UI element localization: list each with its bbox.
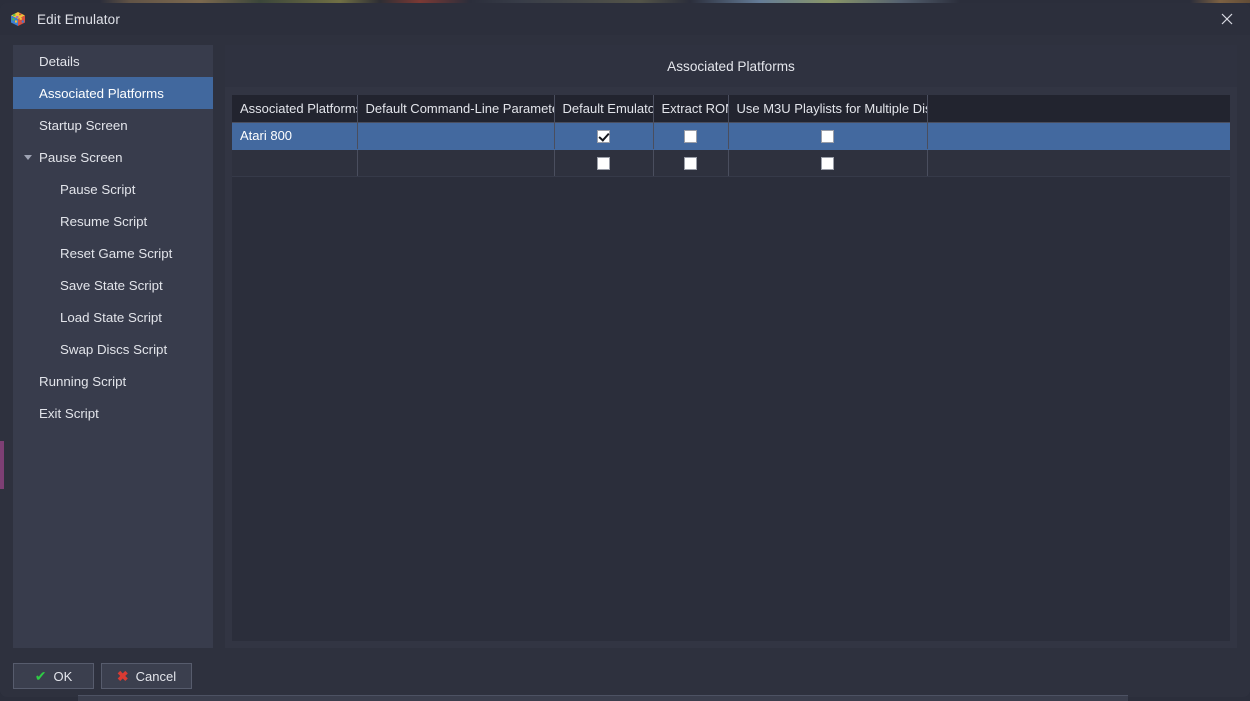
sidebar-item-label: Details (39, 53, 80, 69)
cell-filler (927, 122, 1230, 150)
chevron-down-icon[interactable] (24, 155, 32, 160)
sidebar-item-details[interactable]: Details (13, 45, 213, 77)
cell-use-m3u-playlists[interactable] (728, 122, 928, 150)
checkbox-use-m3u-playlists[interactable] (821, 130, 834, 144)
panel-header: Associated Platforms (225, 45, 1237, 87)
left-accent-strip (0, 441, 4, 489)
check-icon: ✔ (34, 668, 47, 684)
background-window-edge (78, 695, 1128, 701)
x-icon: ✖ (116, 668, 129, 684)
sidebar-navigation: Details Associated Platforms Startup Scree… (13, 45, 213, 648)
associated-platforms-table: Associated Platforms Default Command-Line… (232, 95, 1230, 177)
cell-command-line-parameters[interactable] (357, 149, 555, 177)
sidebar-item-label: Save State Script (60, 277, 163, 293)
checkbox-use-m3u-playlists[interactable] (821, 157, 834, 171)
cell-default-emulator[interactable] (554, 149, 654, 177)
checkbox-extract-roms[interactable] (684, 157, 697, 171)
sidebar-item-label: Associated Platforms (39, 85, 164, 101)
sidebar-item-label: Pause Script (60, 181, 136, 197)
column-header-extract-roms[interactable]: Extract ROMs (653, 95, 729, 123)
cancel-button[interactable]: ✖ Cancel (101, 663, 192, 689)
title-bar: Edit Emulator (0, 3, 1250, 35)
table-row[interactable] (232, 149, 1230, 177)
main-panel: Associated Platforms Associated Platform… (225, 45, 1237, 648)
checkbox-default-emulator[interactable] (597, 130, 610, 144)
sidebar-item-label: Exit Script (39, 405, 99, 421)
cell-filler (927, 149, 1230, 177)
cell-associated-platform[interactable] (232, 149, 358, 177)
edit-emulator-window: Edit Emulator Details Associated Platform… (0, 3, 1250, 697)
sidebar-item-swap-discs-script[interactable]: Swap Discs Script (13, 333, 213, 365)
footer-bar: ✔ OK ✖ Cancel (0, 654, 1250, 697)
sidebar-item-label: Running Script (39, 373, 127, 389)
column-header-default-command-line-parameters[interactable]: Default Command-Line Parameters (357, 95, 555, 123)
cell-associated-platform[interactable]: Atari 800 (232, 122, 358, 150)
close-icon[interactable] (1204, 3, 1250, 35)
sidebar-item-label: Load State Script (60, 309, 163, 325)
sidebar-item-startup-screen[interactable]: Startup Screen (13, 109, 213, 141)
sidebar-item-load-state-script[interactable]: Load State Script (13, 301, 213, 333)
window-title: Edit Emulator (37, 11, 120, 27)
cube-icon (11, 12, 25, 26)
sidebar-item-reset-game-script[interactable]: Reset Game Script (13, 237, 213, 269)
sidebar-item-pause-screen[interactable]: Pause Screen (13, 141, 213, 173)
sidebar-item-label: Resume Script (60, 213, 148, 229)
column-header-use-m3u-playlists-for-multiple-discs[interactable]: Use M3U Playlists for Multiple Discs (728, 95, 928, 123)
panel-title: Associated Platforms (667, 58, 795, 74)
cell-use-m3u-playlists[interactable] (728, 149, 928, 177)
ok-button-label: OK (53, 668, 73, 684)
cell-command-line-parameters[interactable] (357, 122, 555, 150)
cell-default-emulator[interactable] (554, 122, 654, 150)
checkbox-extract-roms[interactable] (684, 130, 697, 144)
checkbox-default-emulator[interactable] (597, 157, 610, 171)
table-header-row: Associated Platforms Default Command-Line… (232, 95, 1230, 123)
sidebar-item-resume-script[interactable]: Resume Script (13, 205, 213, 237)
sidebar-item-pause-script[interactable]: Pause Script (13, 173, 213, 205)
sidebar-item-label: Startup Screen (39, 117, 128, 133)
sidebar-item-save-state-script[interactable]: Save State Script (13, 269, 213, 301)
column-header-associated-platforms[interactable]: Associated Platforms (232, 95, 358, 123)
column-header-blank[interactable] (927, 95, 1230, 123)
cancel-button-label: Cancel (135, 668, 177, 684)
sidebar-item-label: Pause Screen (39, 149, 123, 165)
cell-extract-roms[interactable] (653, 149, 729, 177)
column-header-default-emulator[interactable]: Default Emulator (554, 95, 654, 123)
panel-body: Associated Platforms Default Command-Line… (232, 95, 1230, 641)
sidebar-item-running-script[interactable]: Running Script (13, 365, 213, 397)
sidebar-item-associated-platforms[interactable]: Associated Platforms (13, 77, 213, 109)
table-row[interactable]: Atari 800 (232, 122, 1230, 150)
cell-extract-roms[interactable] (653, 122, 729, 150)
sidebar-item-label: Swap Discs Script (60, 341, 168, 357)
sidebar-item-label: Reset Game Script (60, 245, 173, 261)
sidebar-item-exit-script[interactable]: Exit Script (13, 397, 213, 429)
ok-button[interactable]: ✔ OK (13, 663, 94, 689)
